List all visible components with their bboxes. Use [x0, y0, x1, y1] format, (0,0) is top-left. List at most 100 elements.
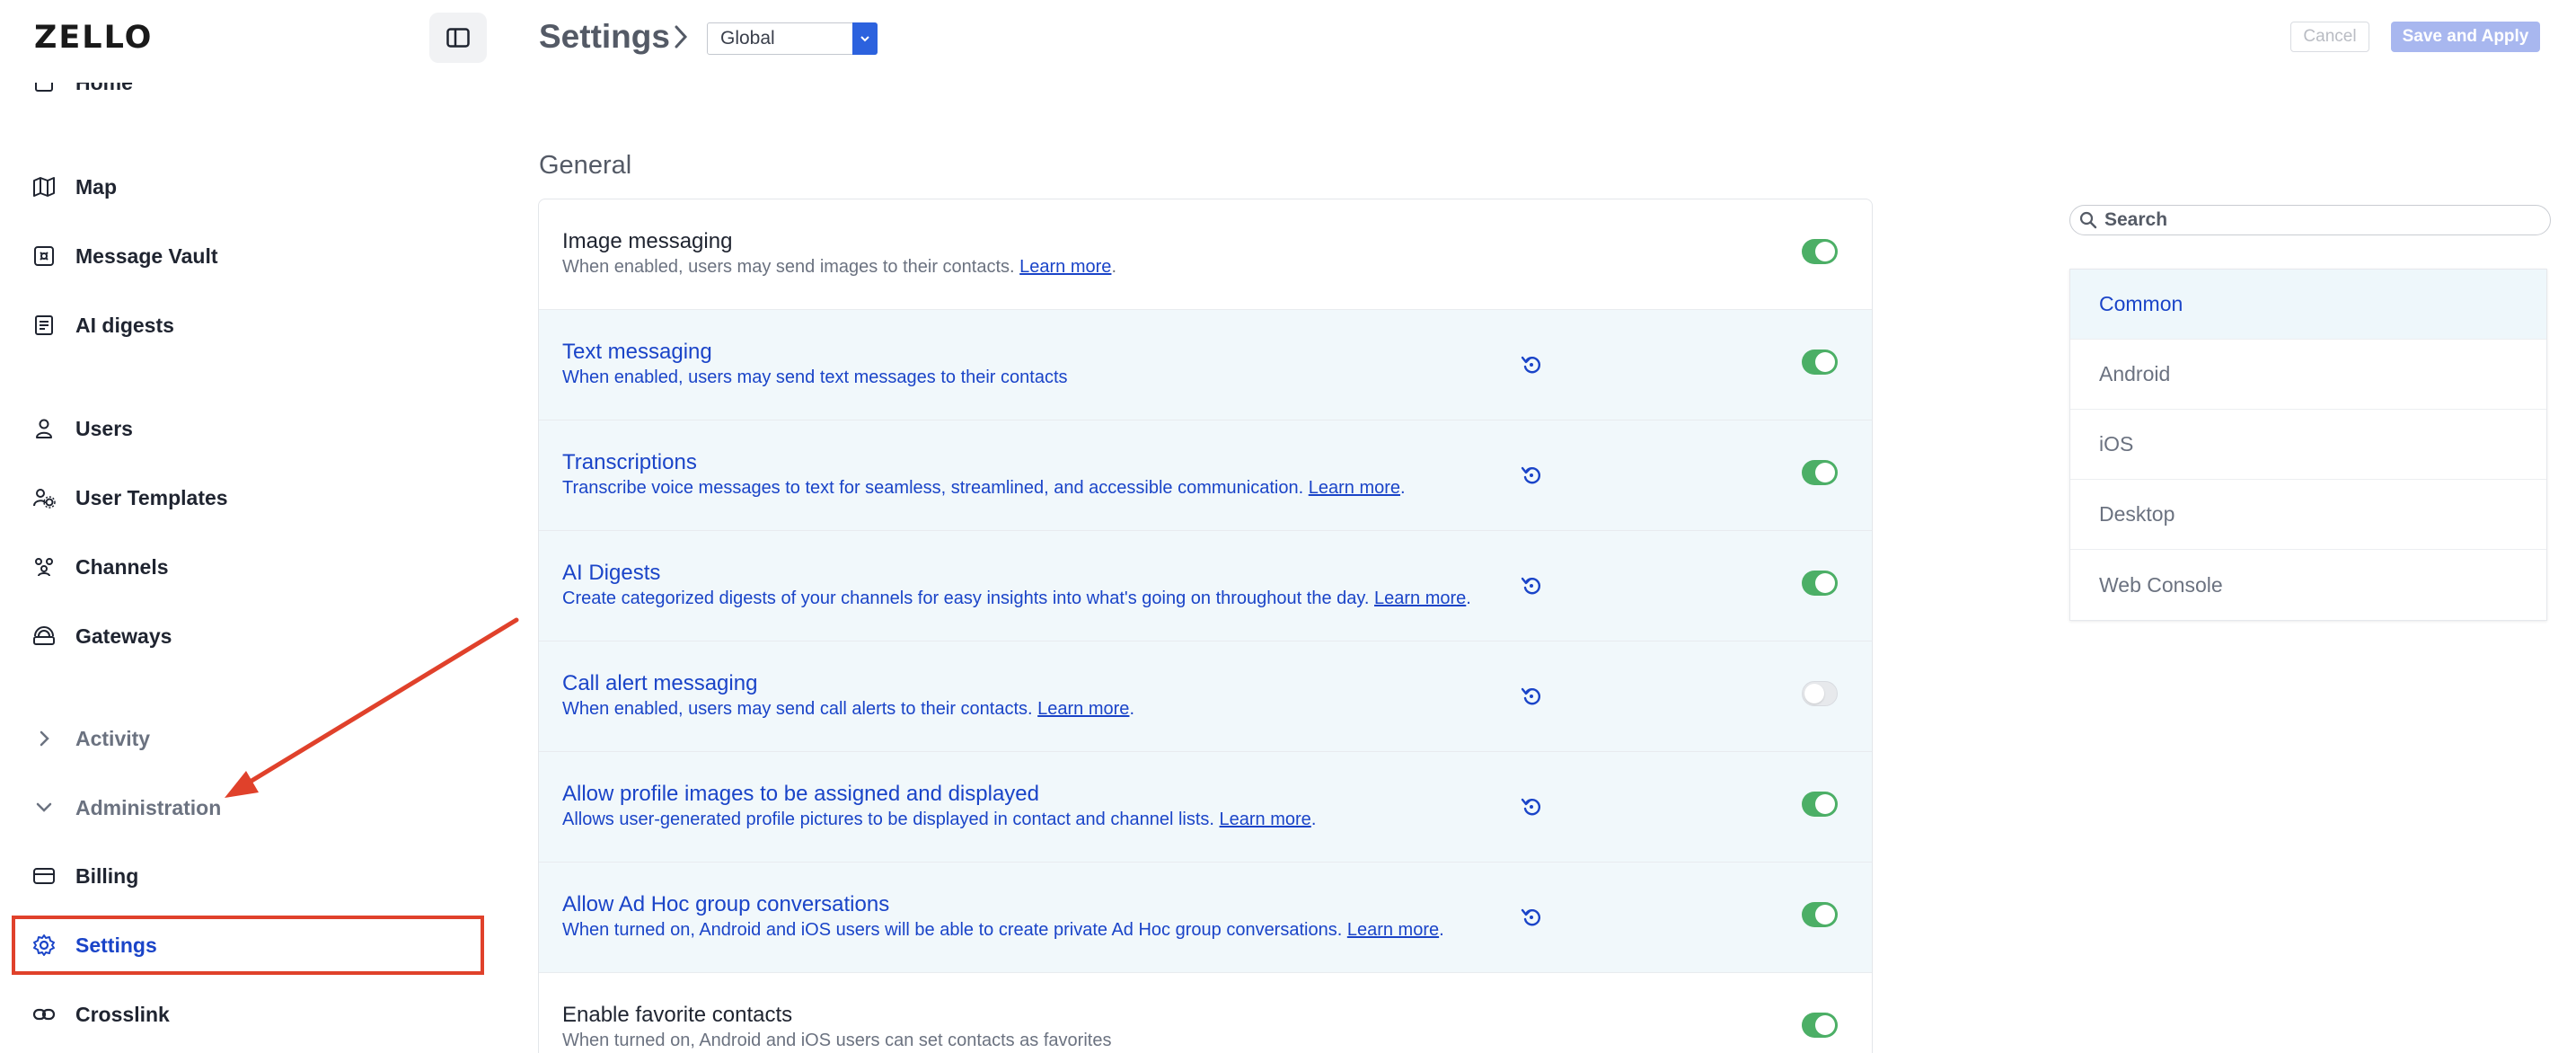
toggle-knob	[1815, 573, 1835, 593]
setting-toggle[interactable]	[1802, 350, 1838, 375]
sidebar-item-label: AI digests	[75, 313, 174, 337]
setting-description: When enabled, users may send call alerts…	[562, 699, 1134, 720]
learn-more-link[interactable]: Learn more	[1309, 478, 1400, 498]
settings-list: Image messaging When enabled, users may s…	[538, 199, 1873, 1053]
sidebar-item-label: Administration	[75, 795, 222, 819]
setting-toggle[interactable]	[1802, 681, 1838, 706]
setting-title: Text messaging	[562, 340, 712, 364]
sidebar-item-label: Message Vault	[75, 243, 218, 268]
setting-toggle[interactable]	[1802, 792, 1838, 817]
toggle-knob	[1815, 794, 1835, 814]
cancel-button[interactable]: Cancel	[2290, 22, 2369, 52]
section-title: General	[539, 151, 632, 180]
home-icon	[32, 83, 56, 94]
toggle-knob	[1815, 352, 1835, 372]
sidebar-item-label: Billing	[75, 863, 139, 888]
reset-to-default-icon[interactable]	[1518, 793, 1545, 820]
setting-description-suffix: .	[1310, 810, 1317, 829]
setting-title: Allow profile images to be assigned and …	[562, 782, 1039, 806]
sidebar-item-label: Users	[75, 416, 133, 440]
save-and-apply-button[interactable]: Save and Apply	[2391, 22, 2540, 52]
sidebar-group-administration[interactable]: Administration	[32, 790, 221, 826]
sidebar-item-user-templates[interactable]: User Templates	[32, 480, 228, 516]
reset-to-default-icon[interactable]	[1518, 462, 1545, 489]
setting-title: Call alert messaging	[562, 671, 758, 695]
user-icon	[32, 417, 56, 440]
learn-more-link[interactable]: Learn more	[1374, 588, 1466, 608]
settings-highlight-annotation	[12, 916, 484, 975]
platform-item-common[interactable]: Common	[2070, 270, 2546, 340]
learn-more-link[interactable]: Learn more	[1037, 699, 1129, 719]
setting-description-text: Allows user-generated profile pictures t…	[562, 810, 1220, 829]
sidebar-item-label: Map	[75, 174, 117, 199]
setting-description-text: When enabled, users may send text messag…	[562, 367, 1068, 387]
sidebar-item-users[interactable]: Users	[32, 411, 133, 447]
toggle-knob	[1804, 684, 1824, 703]
sidebar-item-home[interactable]: Home	[32, 70, 133, 101]
sidebar-item-gateways[interactable]: Gateways	[32, 618, 172, 654]
group-icon	[32, 555, 56, 579]
setting-toggle[interactable]	[1802, 902, 1838, 927]
sidebar-item-label: Activity	[75, 726, 151, 750]
search-input[interactable]	[2104, 209, 2536, 231]
platform-item-desktop[interactable]: Desktop	[2070, 480, 2546, 550]
learn-more-link[interactable]: Learn more	[1347, 920, 1439, 940]
sidebar-item-label: Home	[75, 70, 133, 94]
learn-more-link[interactable]: Learn more	[1220, 810, 1311, 829]
gateway-icon	[32, 624, 56, 648]
toggle-knob	[1815, 905, 1835, 925]
sidebar-item-crosslink[interactable]: Crosslink	[32, 996, 170, 1032]
chevron-down-icon	[32, 796, 56, 819]
sidebar-toggle-button[interactable]	[429, 13, 487, 63]
setting-description: Transcribe voice messages to text for se…	[562, 478, 1406, 499]
sidebar-item-channels[interactable]: Channels	[32, 549, 169, 585]
reset-to-default-icon[interactable]	[1518, 683, 1545, 710]
setting-row: Image messaging When enabled, users may s…	[539, 199, 1872, 310]
platform-item-android[interactable]: Android	[2070, 340, 2546, 410]
reset-to-default-icon[interactable]	[1518, 904, 1545, 931]
setting-description: When turned on, Android and iOS users wi…	[562, 920, 1444, 941]
sidebar-item-ai-digests[interactable]: AI digests	[32, 307, 174, 343]
scope-select[interactable]: Global	[707, 22, 878, 55]
zello-logo[interactable]: ZELLO	[34, 20, 153, 56]
setting-description-text: When turned on, Android and iOS users ca…	[562, 1031, 1112, 1050]
map-icon	[32, 175, 56, 199]
sidebar-item-message-vault[interactable]: Message Vault	[32, 238, 218, 274]
sidebar-panel-icon	[446, 28, 470, 48]
setting-toggle[interactable]	[1802, 1013, 1838, 1038]
setting-row: Enable favorite contacts When turned on, …	[539, 973, 1872, 1053]
vault-icon	[32, 244, 56, 268]
sidebar-item-label: Channels	[75, 554, 169, 579]
platform-filter-list: Common Android iOS Desktop Web Console	[2069, 269, 2547, 621]
sidebar-item-billing[interactable]: Billing	[32, 858, 138, 894]
sidebar: ZELLO Home Map Message Vault AI digests	[0, 0, 503, 1053]
learn-more-link[interactable]: Learn more	[1019, 257, 1111, 277]
sidebar-item-map[interactable]: Map	[32, 169, 117, 205]
document-icon	[32, 314, 56, 337]
setting-title: Image messaging	[562, 229, 733, 253]
setting-title: AI Digests	[562, 561, 661, 585]
setting-description-text: Create categorized digests of your chann…	[562, 588, 1374, 608]
setting-toggle[interactable]	[1802, 571, 1838, 596]
setting-description-suffix: .	[1111, 257, 1116, 277]
setting-toggle[interactable]	[1802, 239, 1838, 264]
platform-item-web-console[interactable]: Web Console	[2070, 550, 2546, 620]
setting-row: Allow profile images to be assigned and …	[539, 752, 1872, 863]
setting-description-suffix: .	[1400, 478, 1406, 498]
reset-to-default-icon[interactable]	[1518, 572, 1545, 599]
setting-description: When enabled, users may send images to t…	[562, 257, 1116, 278]
sidebar-item-label: Gateways	[75, 624, 172, 648]
sidebar-group-activity[interactable]: Activity	[32, 721, 150, 757]
setting-description: Create categorized digests of your chann…	[562, 588, 1471, 609]
setting-title: Transcriptions	[562, 450, 697, 474]
setting-toggle[interactable]	[1802, 460, 1838, 485]
setting-row: Transcriptions Transcribe voice messages …	[539, 420, 1872, 531]
setting-row: AI Digests Create categorized digests of …	[539, 531, 1872, 642]
platform-item-ios[interactable]: iOS	[2070, 410, 2546, 480]
search-field[interactable]	[2069, 205, 2551, 235]
scope-select-value: Global	[720, 28, 775, 49]
setting-description-text: When enabled, users may send call alerts…	[562, 699, 1038, 719]
reset-to-default-icon[interactable]	[1518, 351, 1545, 378]
setting-description: When turned on, Android and iOS users ca…	[562, 1031, 1111, 1051]
sidebar-item-label: Crosslink	[75, 1002, 170, 1026]
